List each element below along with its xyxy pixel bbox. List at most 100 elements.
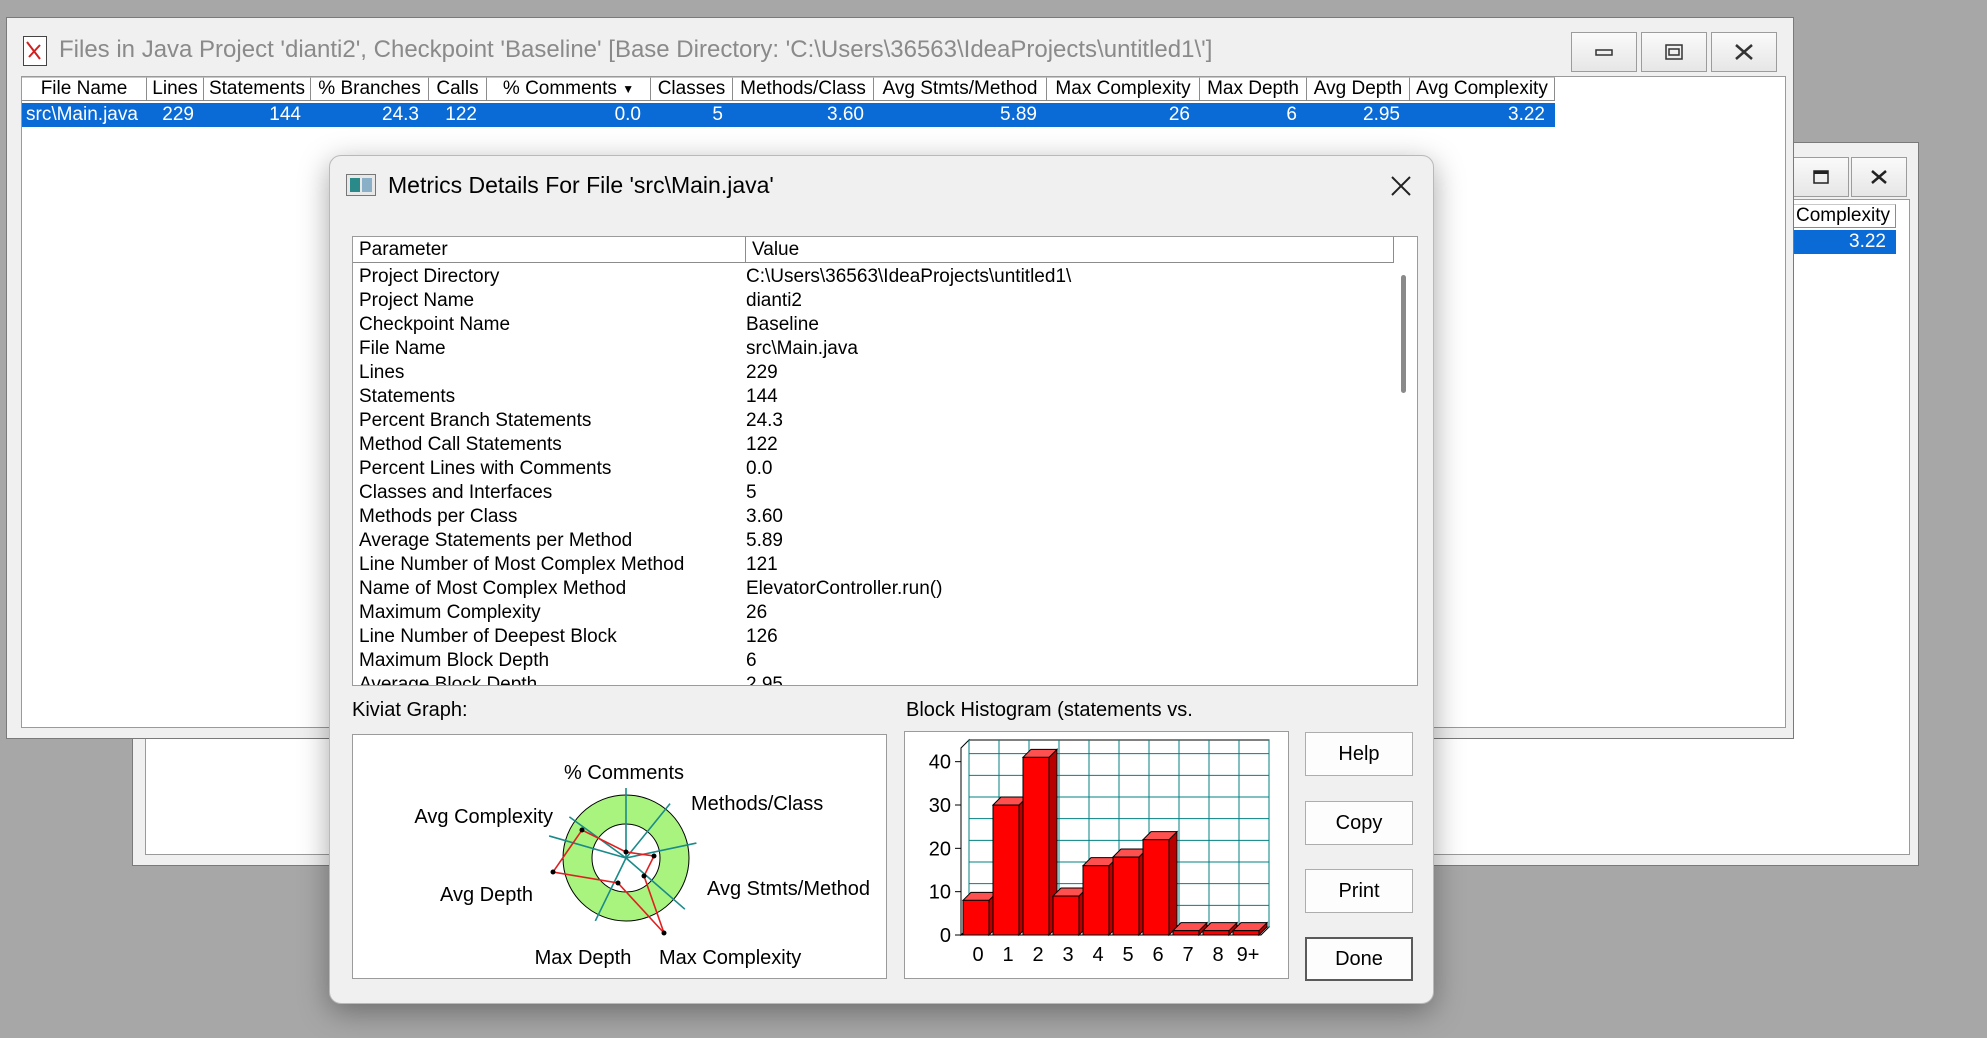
histogram-bar xyxy=(1142,839,1170,936)
maximize-icon xyxy=(1813,170,1829,184)
dialog-close-button[interactable] xyxy=(1376,166,1426,206)
histogram-bar-side xyxy=(1168,830,1178,937)
kiviat-value-point xyxy=(661,930,667,936)
scrollbar-thumb[interactable] xyxy=(1401,275,1406,393)
parameter-value: dianti2 xyxy=(746,290,802,311)
histogram-x-tick: 1 xyxy=(1002,944,1013,966)
maximize-icon xyxy=(1665,44,1683,60)
col-avg-depth[interactable]: Avg Depth xyxy=(1307,77,1410,101)
col-methods-class[interactable]: Methods/Class xyxy=(733,77,874,101)
histogram-bar xyxy=(1202,930,1230,936)
list-item[interactable]: Line Number of Deepest Block 126 xyxy=(353,625,1393,649)
histogram-label: Block Histogram (statements vs. xyxy=(906,699,1193,721)
list-item[interactable]: Statements 144 xyxy=(353,385,1393,409)
col-file-name[interactable]: File Name xyxy=(22,77,147,101)
histogram-x-tick: 9+ xyxy=(1237,944,1260,966)
kiviat-value-point xyxy=(641,873,647,879)
parameter-value: 126 xyxy=(746,626,778,647)
back-close-button[interactable] xyxy=(1851,157,1907,197)
help-button[interactable]: Help xyxy=(1305,732,1413,776)
list-item[interactable]: Percent Branch Statements 24.3 xyxy=(353,409,1393,433)
dialog-title: Metrics Details For File 'src\Main.java' xyxy=(388,172,774,198)
histogram-y-tick: 20 xyxy=(929,838,951,860)
list-item[interactable]: Classes and Interfaces 5 xyxy=(353,481,1393,505)
kiviat-axis-label: Max Depth xyxy=(535,947,632,969)
col-classes[interactable]: Classes xyxy=(651,77,733,101)
kiviat-axis-label: Max Complexity xyxy=(659,947,801,969)
parameter-value: 144 xyxy=(746,386,778,407)
parameter-name: Maximum Block Depth xyxy=(359,650,550,671)
parameter-list-scrollbar[interactable] xyxy=(1391,265,1417,685)
list-item[interactable]: Project Directory C:\Users\36563\IdeaProj… xyxy=(353,265,1393,289)
parameter-name: Average Block Depth xyxy=(359,674,538,686)
histogram-bar xyxy=(1112,856,1140,936)
histogram-svg: 0102030400 1 2 3 4 5 6 7 8 9+ xyxy=(929,738,1271,966)
col-statements[interactable]: Statements xyxy=(204,77,311,101)
block-histogram: 0 10 20 30 40 0 1 2 3 4 5 6 7 8 9+ xyxy=(904,731,1289,979)
back-table-row[interactable]: 3.22 xyxy=(1794,230,1896,254)
list-item[interactable]: Name of Most Complex Method ElevatorContr… xyxy=(353,577,1393,601)
col-calls[interactable]: Calls xyxy=(429,77,487,101)
histogram-y-tick: 10 xyxy=(929,882,951,904)
app-icon xyxy=(23,36,47,66)
kiviat-axis-label: Avg Depth xyxy=(440,884,533,906)
list-item[interactable]: Maximum Complexity 26 xyxy=(353,601,1393,625)
kiviat-value-point xyxy=(651,853,657,859)
parameter-list[interactable]: Parameter Value Project Directory C:\User… xyxy=(352,236,1418,686)
kiviat-axis-label: Avg Complexity xyxy=(414,806,553,828)
col-max-complexity[interactable]: Max Complexity xyxy=(1047,77,1200,101)
done-button[interactable]: Done xyxy=(1305,937,1413,981)
parameter-name: Average Statements per Method xyxy=(359,530,633,551)
parameter-name: Project Directory xyxy=(359,266,500,287)
parameter-name: Method Call Statements xyxy=(359,434,562,455)
list-item[interactable]: Lines 229 xyxy=(353,361,1393,385)
parameter-name: Percent Branch Statements xyxy=(359,410,592,431)
col-avg-stmts[interactable]: Avg Stmts/Method xyxy=(874,77,1047,101)
col-value[interactable]: Value xyxy=(746,237,1394,263)
list-item[interactable]: Checkpoint Name Baseline xyxy=(353,313,1393,337)
histogram-x-tick: 0 xyxy=(972,944,983,966)
parameter-value: src\Main.java xyxy=(746,338,858,359)
histogram-bar xyxy=(1052,895,1080,936)
parameter-name: Checkpoint Name xyxy=(359,314,511,335)
close-button[interactable] xyxy=(1711,32,1777,72)
col-lines[interactable]: Lines xyxy=(147,77,204,101)
print-button[interactable]: Print xyxy=(1305,869,1413,913)
col-branches[interactable]: % Branches xyxy=(311,77,429,101)
list-item[interactable]: Average Block Depth 2.95 xyxy=(353,673,1393,686)
kiviat-axis-label: Avg Stmts/Method xyxy=(707,878,870,900)
list-item[interactable]: Project Name dianti2 xyxy=(353,289,1393,313)
parameter-value: 121 xyxy=(746,554,778,575)
list-item[interactable]: Maximum Block Depth 6 xyxy=(353,649,1393,673)
histogram-bar xyxy=(1172,930,1200,936)
minimize-button[interactable] xyxy=(1571,32,1637,72)
parameter-value: ElevatorController.run() xyxy=(746,578,943,599)
maximize-button[interactable] xyxy=(1641,32,1707,72)
parameter-value: 6 xyxy=(746,650,757,671)
list-item[interactable]: Percent Lines with Comments 0.0 xyxy=(353,457,1393,481)
list-item[interactable]: Average Statements per Method 5.89 xyxy=(353,529,1393,553)
histogram-x-tick: 7 xyxy=(1182,944,1193,966)
parameter-value: 0.0 xyxy=(746,458,773,479)
close-icon xyxy=(1735,44,1753,60)
col-avg-complexity[interactable]: Avg Complexity xyxy=(1410,77,1555,101)
parameter-name: Percent Lines with Comments xyxy=(359,458,612,479)
list-item[interactable]: Method Call Statements 122 xyxy=(353,433,1393,457)
parameter-value: Baseline xyxy=(746,314,819,335)
col-max-depth[interactable]: Max Depth xyxy=(1200,77,1307,101)
back-maximize-button[interactable] xyxy=(1793,157,1849,197)
list-item[interactable]: Line Number of Most Complex Method 121 xyxy=(353,553,1393,577)
table-row[interactable]: src\Main.java 229 144 24.3 122 0.0 5 3.6… xyxy=(22,103,1555,127)
minimize-icon xyxy=(1595,49,1613,56)
list-item[interactable]: Methods per Class 3.60 xyxy=(353,505,1393,529)
col-comments[interactable]: % Comments ▼ xyxy=(487,77,651,101)
kiviat-axis-label: Methods/Class xyxy=(691,793,823,815)
copy-button[interactable]: Copy xyxy=(1305,801,1413,845)
kiviat-value-point xyxy=(579,827,585,833)
list-item[interactable]: File Name src\Main.java xyxy=(353,337,1393,361)
parameter-name: Name of Most Complex Method xyxy=(359,578,627,599)
parameter-value: 5 xyxy=(746,482,757,503)
histogram-y-tick: 30 xyxy=(929,795,951,817)
col-parameter[interactable]: Parameter xyxy=(353,237,746,263)
back-column-header[interactable]: Complexity xyxy=(1794,204,1896,228)
